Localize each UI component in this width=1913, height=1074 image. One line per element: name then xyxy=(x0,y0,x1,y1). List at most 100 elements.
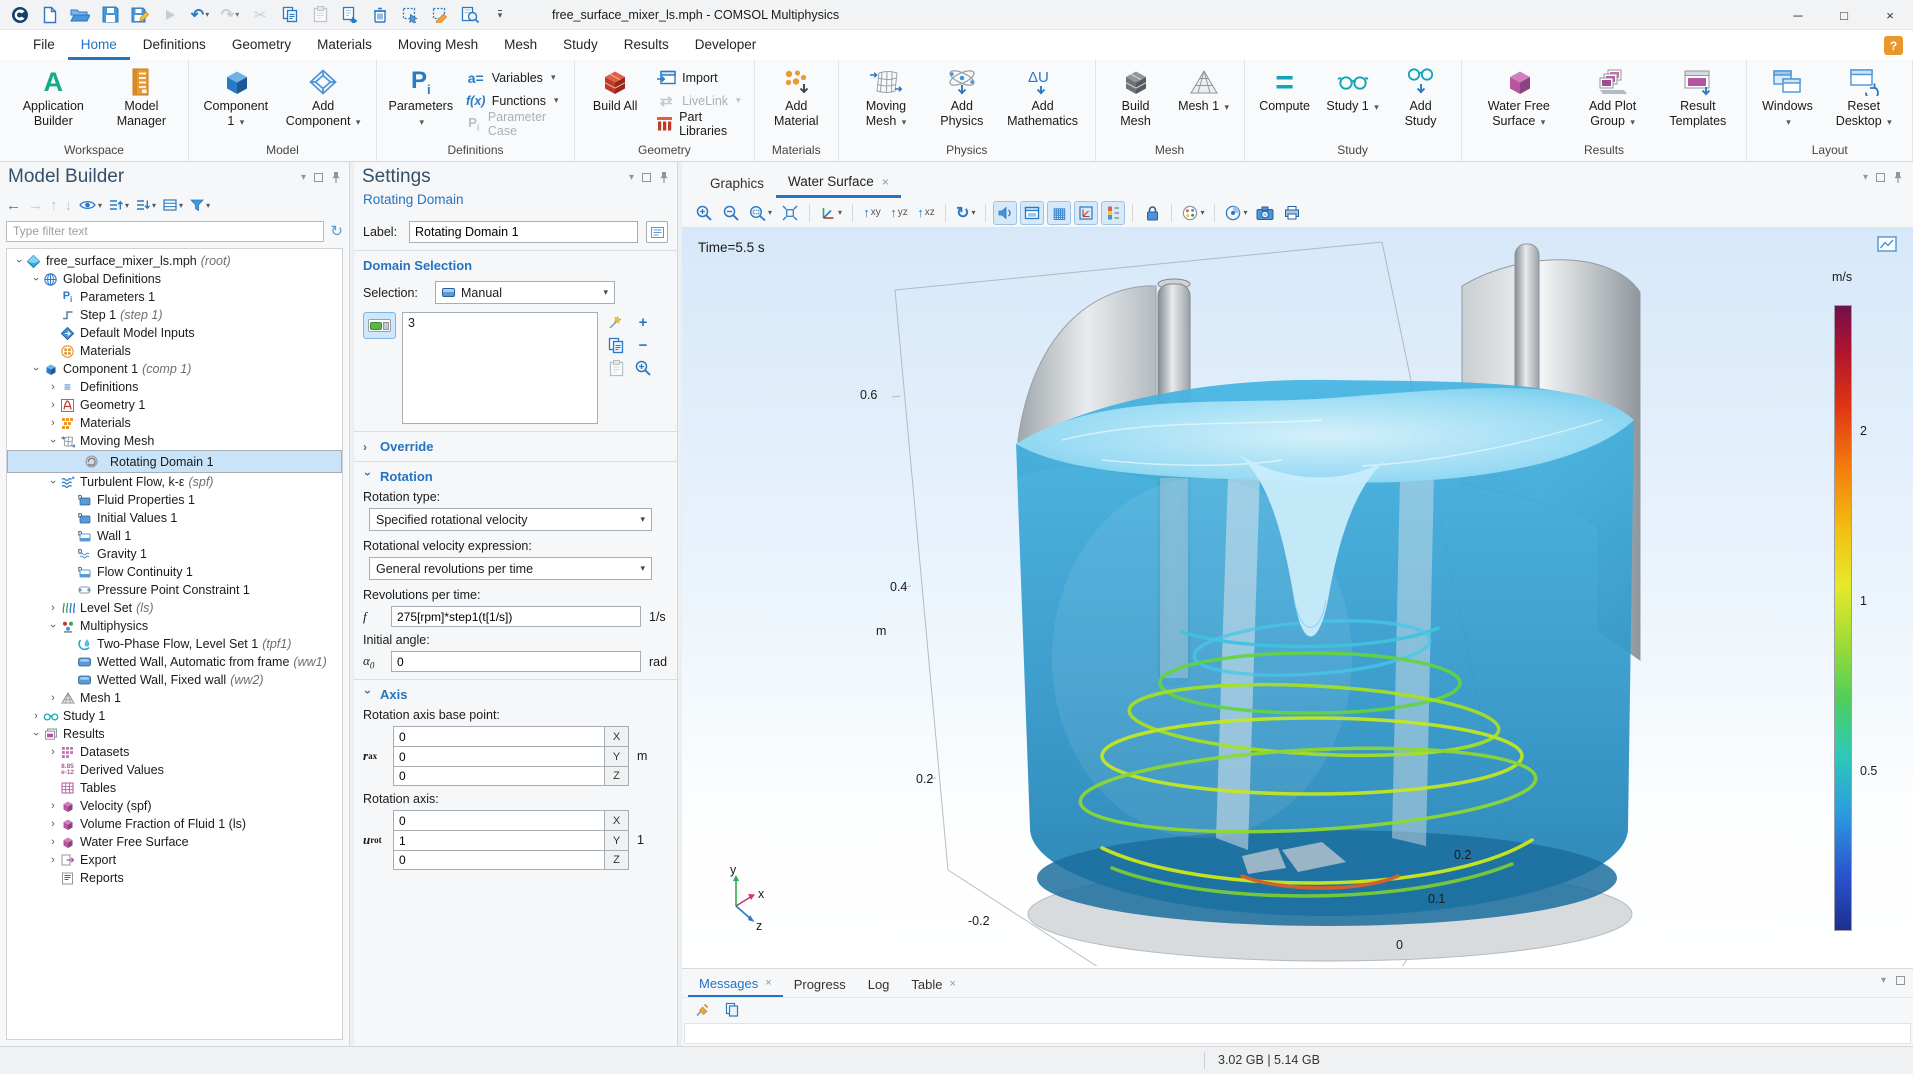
collapse-all-button[interactable]: ▾ xyxy=(136,198,156,212)
expand-all-button[interactable]: ▾ xyxy=(109,198,129,212)
show-color-legend-button[interactable] xyxy=(1101,201,1125,225)
result-templates-button[interactable]: Result Templates xyxy=(1657,63,1738,140)
axis-section-header[interactable]: › Axis xyxy=(363,687,668,702)
view-xy-button[interactable]: ↑xy xyxy=(860,201,884,225)
paste-selection-button[interactable] xyxy=(604,358,628,378)
material-rendering-button[interactable] xyxy=(1020,201,1044,225)
splitter[interactable] xyxy=(350,162,354,1046)
maximize-button[interactable]: □ xyxy=(1821,0,1867,30)
expand-icon[interactable]: › xyxy=(47,836,59,848)
zoom-extents-button[interactable] xyxy=(778,201,802,225)
graphics-canvas[interactable]: y x z Time=5.5 s m/s 0.60.4m0.2-0.20.20.… xyxy=(682,228,1913,968)
tree-node-pressure-point-constraint-1[interactable]: Pressure Point Constraint 1 xyxy=(7,581,342,599)
zoom-in-button[interactable] xyxy=(692,201,716,225)
label-options-button[interactable] xyxy=(646,221,668,243)
tab-table[interactable]: Table× xyxy=(900,971,967,997)
zoom-out-button[interactable] xyxy=(719,201,743,225)
tree-node-mesh-1[interactable]: ›Mesh 1 xyxy=(7,689,342,707)
tree-node-study-1[interactable]: ›Study 1 xyxy=(7,707,342,725)
close-tab-icon[interactable]: × xyxy=(882,175,889,189)
tree-node-component-1[interactable]: ›Component 1(comp 1) xyxy=(7,360,342,378)
base-point-x-input[interactable] xyxy=(393,726,605,746)
duplicate-button[interactable] xyxy=(336,3,364,27)
expand-icon[interactable]: › xyxy=(47,399,59,411)
compute-button[interactable]: =Compute xyxy=(1253,63,1317,140)
selection-list-item[interactable]: 3 xyxy=(408,316,592,330)
collapse-icon[interactable]: › xyxy=(47,476,59,488)
customize-quick-access-button[interactable]: ▾ xyxy=(486,3,514,27)
tree-node-parameters-1[interactable]: PiParameters 1 xyxy=(7,288,342,306)
collapse-icon[interactable]: › xyxy=(30,363,42,375)
water-free-surface-button[interactable]: Water Free Surface ▾ xyxy=(1470,63,1568,140)
menu-item-geometry[interactable]: Geometry xyxy=(219,30,304,60)
expand-icon[interactable]: › xyxy=(47,800,59,812)
copy-selection-button[interactable] xyxy=(604,335,628,355)
reset-desktop-button[interactable]: Reset Desktop ▾ xyxy=(1823,63,1904,140)
zoom-to-selection-button[interactable] xyxy=(631,358,655,378)
tree-node-materials[interactable]: ›Materials xyxy=(7,414,342,432)
collapse-icon[interactable]: › xyxy=(13,255,25,267)
selection-list[interactable]: 3 xyxy=(402,312,598,424)
menu-item-results[interactable]: Results xyxy=(611,30,682,60)
tree-node-materials[interactable]: Materials xyxy=(7,342,342,360)
open-button[interactable] xyxy=(66,3,94,27)
print-button[interactable] xyxy=(1280,201,1304,225)
application-builder-button[interactable]: AApplication Builder xyxy=(8,63,99,140)
image-snapshot-button[interactable] xyxy=(1253,201,1277,225)
3d-visualization[interactable]: y x z xyxy=(682,228,1913,966)
menu-item-moving-mesh[interactable]: Moving Mesh xyxy=(385,30,491,60)
tree-node-water-free-surface[interactable]: ›Water Free Surface xyxy=(7,833,342,851)
mesh-1-button[interactable]: Mesh 1 ▾ xyxy=(1172,63,1236,140)
save-as-button[interactable] xyxy=(126,3,154,27)
tree-node-volume-fraction-of-fluid-1-ls[interactable]: ›Volume Fraction of Fluid 1 (ls) xyxy=(7,815,342,833)
remove-from-selection-button[interactable]: − xyxy=(631,335,655,355)
scene-light-button[interactable]: ▾ xyxy=(1222,201,1250,225)
show-button[interactable]: ▾ xyxy=(79,199,102,211)
add-material-button[interactable]: Add Material xyxy=(763,63,830,140)
help-button[interactable]: ? xyxy=(1884,36,1903,55)
build-all-button[interactable]: Build All xyxy=(583,63,647,140)
select-box-button[interactable] xyxy=(396,3,424,27)
clear-messages-button[interactable] xyxy=(690,998,714,1022)
model-manager-button[interactable]: Model Manager xyxy=(103,63,181,140)
color-theme-button[interactable]: ▾ xyxy=(1179,201,1207,225)
rotation-section-header[interactable]: › Rotation xyxy=(363,469,668,484)
close-tab-icon[interactable]: × xyxy=(765,977,771,989)
revolutions-input[interactable] xyxy=(391,606,641,627)
close-button[interactable]: × xyxy=(1867,0,1913,30)
new-file-button[interactable] xyxy=(36,3,64,27)
add-study-button[interactable]: Add Study xyxy=(1389,63,1453,140)
tree-node-tables[interactable]: Tables xyxy=(7,779,342,797)
tree-node-gravity-1[interactable]: DGravity 1 xyxy=(7,545,342,563)
tree-node-export[interactable]: ›Export xyxy=(7,851,342,869)
tree-node-definitions[interactable]: ›≡Definitions xyxy=(7,378,342,396)
pin-panel-icon[interactable] xyxy=(331,171,341,184)
tab-log[interactable]: Log xyxy=(857,971,901,997)
collapse-icon[interactable]: › xyxy=(47,435,59,447)
base-point-z-input[interactable] xyxy=(393,766,605,786)
tree-node-derived-values[interactable]: 8.85e-12Derived Values xyxy=(7,761,342,779)
refresh-icon[interactable]: ↻ xyxy=(330,222,343,240)
tree-node-results[interactable]: ›Results xyxy=(7,725,342,743)
base-point-y-input[interactable] xyxy=(393,746,605,766)
menu-item-definitions[interactable]: Definitions xyxy=(130,30,219,60)
tree-node-turbulent-flow-k[interactable]: ›Turbulent Flow, k-ε(spf) xyxy=(7,473,342,491)
rotation-axis-z-input[interactable] xyxy=(393,850,605,870)
go-back-button[interactable]: ← xyxy=(6,197,21,214)
menu-item-mesh[interactable]: Mesh xyxy=(491,30,550,60)
tree-filter-input[interactable] xyxy=(6,221,324,242)
show-grid-button[interactable]: ▦ xyxy=(1047,201,1071,225)
tree-node-fluid-properties-1[interactable]: DFluid Properties 1 xyxy=(7,491,342,509)
float-panel-icon[interactable] xyxy=(314,173,323,182)
show-axes-button[interactable] xyxy=(1074,201,1098,225)
node-text-button[interactable]: ▾ xyxy=(163,199,183,211)
add-to-selection-button[interactable]: + xyxy=(631,312,655,332)
windows-button[interactable]: Windows ▾ xyxy=(1755,63,1819,140)
add-physics-button[interactable]: Add Physics xyxy=(929,63,995,140)
add-component-button[interactable]: Add Component ▾ xyxy=(278,63,367,140)
tree-node-global-definitions[interactable]: ›Global Definitions xyxy=(7,270,342,288)
expand-icon[interactable]: › xyxy=(47,692,59,704)
view-xz-button[interactable]: ↑xz xyxy=(914,201,938,225)
parameters-button[interactable]: PiParameters ▾ xyxy=(385,63,457,140)
expand-icon[interactable]: › xyxy=(47,381,59,393)
